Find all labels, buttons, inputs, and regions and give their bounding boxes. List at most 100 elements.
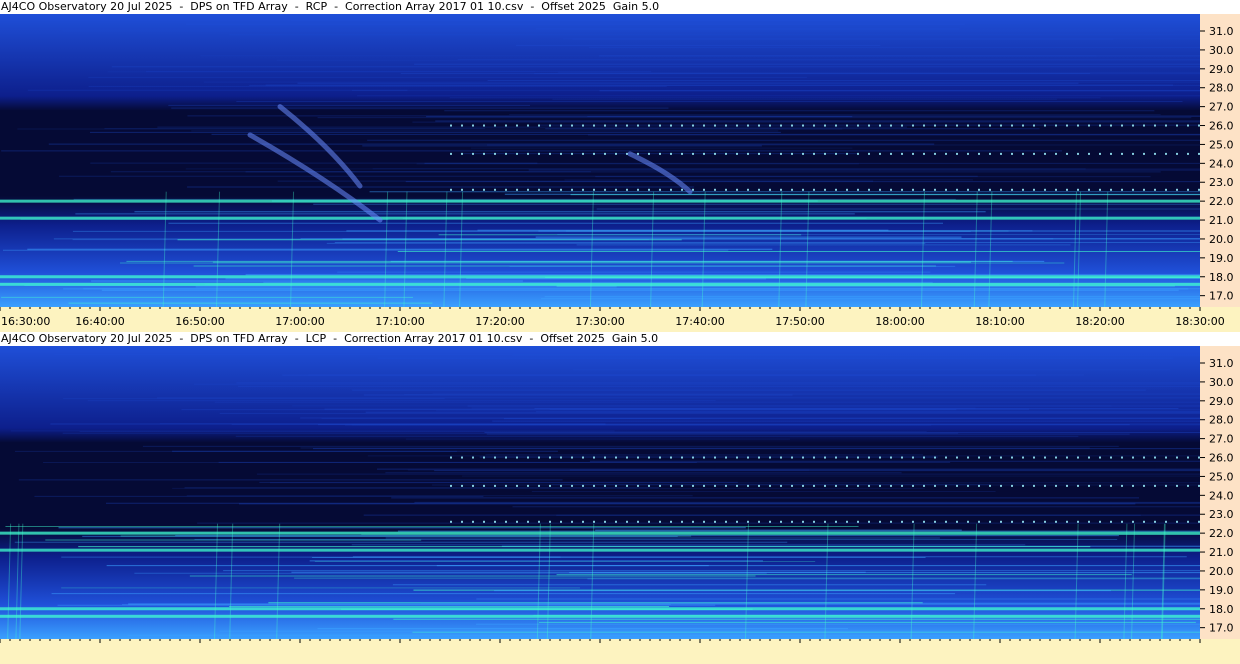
rcp-spectrogram: [0, 14, 1200, 307]
y-tick-label: 31.0: [1209, 357, 1234, 370]
carrier-dot: [824, 456, 826, 459]
carrier-dot: [648, 520, 650, 523]
carrier-dot: [1000, 152, 1002, 155]
carrier-dot: [1143, 484, 1145, 487]
carrier-dot: [604, 484, 606, 487]
carrier-dot: [1176, 456, 1178, 459]
carrier-dot: [483, 152, 485, 155]
carrier-dot: [758, 152, 760, 155]
bright-band: [0, 275, 1200, 279]
carrier-dot: [978, 152, 980, 155]
carrier-dot: [1176, 124, 1178, 127]
carrier-dot: [714, 124, 716, 127]
carrier-dot: [549, 484, 551, 487]
y-tick-label: 24.0: [1209, 157, 1234, 170]
carrier-dot: [747, 152, 749, 155]
carrier-dot: [637, 520, 639, 523]
carrier-dot: [538, 152, 540, 155]
carrier-dot: [1033, 188, 1035, 191]
carrier-dot: [934, 188, 936, 191]
carrier-dot: [472, 124, 474, 127]
carrier-dot: [912, 152, 914, 155]
y-tick-label: 19.0: [1209, 252, 1234, 265]
carrier-dot: [736, 456, 738, 459]
carrier-dot: [681, 124, 683, 127]
carrier-dot: [626, 124, 628, 127]
x-tick-label: 18:00:00: [875, 315, 924, 328]
x-tick-label: 17:10:00: [375, 315, 424, 328]
carrier-dot: [923, 484, 925, 487]
carrier-dot: [538, 520, 540, 523]
carrier-dot: [1187, 124, 1189, 127]
carrier-dot: [648, 188, 650, 191]
carrier-dot: [560, 484, 562, 487]
carrier-dot: [813, 152, 815, 155]
carrier-dot: [692, 520, 694, 523]
carrier-dot: [527, 520, 529, 523]
carrier-dot: [560, 520, 562, 523]
carrier-dot: [802, 188, 804, 191]
carrier-dot: [648, 152, 650, 155]
carrier-dot: [615, 188, 617, 191]
carrier-dot: [802, 152, 804, 155]
carrier-dot: [527, 152, 529, 155]
bright-band: [0, 282, 1200, 286]
carrier-dot: [659, 188, 661, 191]
carrier-dot: [747, 484, 749, 487]
carrier-dot: [1077, 456, 1079, 459]
carrier-dot: [582, 484, 584, 487]
y-tick-label: 30.0: [1209, 376, 1234, 389]
carrier-dot: [1055, 484, 1057, 487]
carrier-dot: [956, 188, 958, 191]
carrier-dot: [769, 188, 771, 191]
carrier-dot: [549, 188, 551, 191]
carrier-dot: [1044, 152, 1046, 155]
carrier-dot: [1055, 152, 1057, 155]
carrier-dot: [1077, 188, 1079, 191]
carrier-dot: [450, 188, 452, 191]
carrier-dot: [560, 152, 562, 155]
carrier-dot: [681, 520, 683, 523]
x-tick-label: 17:50:00: [775, 315, 824, 328]
carrier-dot: [659, 152, 661, 155]
carrier-dot: [670, 520, 672, 523]
carrier-dot: [978, 456, 980, 459]
bright-band: [0, 607, 1200, 611]
carrier-dot: [1099, 188, 1101, 191]
carrier-dot: [912, 188, 914, 191]
carrier-dot: [538, 124, 540, 127]
carrier-dot: [505, 152, 507, 155]
carrier-dot: [967, 152, 969, 155]
carrier-dot: [769, 520, 771, 523]
carrier-dot: [989, 520, 991, 523]
carrier-dot: [659, 124, 661, 127]
carrier-dot: [670, 152, 672, 155]
carrier-dot: [483, 124, 485, 127]
carrier-dot: [494, 188, 496, 191]
carrier-dot: [846, 484, 848, 487]
carrier-dot: [813, 188, 815, 191]
carrier-dot: [483, 484, 485, 487]
y-tick-label: 21.0: [1209, 214, 1234, 227]
carrier-dot: [1176, 152, 1178, 155]
carrier-dot: [945, 520, 947, 523]
carrier-dot: [868, 484, 870, 487]
carrier-dot: [923, 188, 925, 191]
carrier-dot: [989, 188, 991, 191]
carrier-dot: [571, 124, 573, 127]
carrier-dot: [659, 520, 661, 523]
x-tick-label: 16:40:00: [75, 315, 124, 328]
carrier-dot: [1022, 152, 1024, 155]
carrier-dot: [538, 188, 540, 191]
carrier-dot: [1088, 124, 1090, 127]
carrier-dot: [571, 188, 573, 191]
carrier-dot: [725, 484, 727, 487]
carrier-dot: [901, 484, 903, 487]
carrier-dot: [1000, 188, 1002, 191]
carrier-dot: [549, 152, 551, 155]
carrier-dot: [945, 152, 947, 155]
carrier-dot: [1022, 520, 1024, 523]
carrier-dot: [747, 124, 749, 127]
carrier-dot: [967, 484, 969, 487]
carrier-dot: [472, 152, 474, 155]
